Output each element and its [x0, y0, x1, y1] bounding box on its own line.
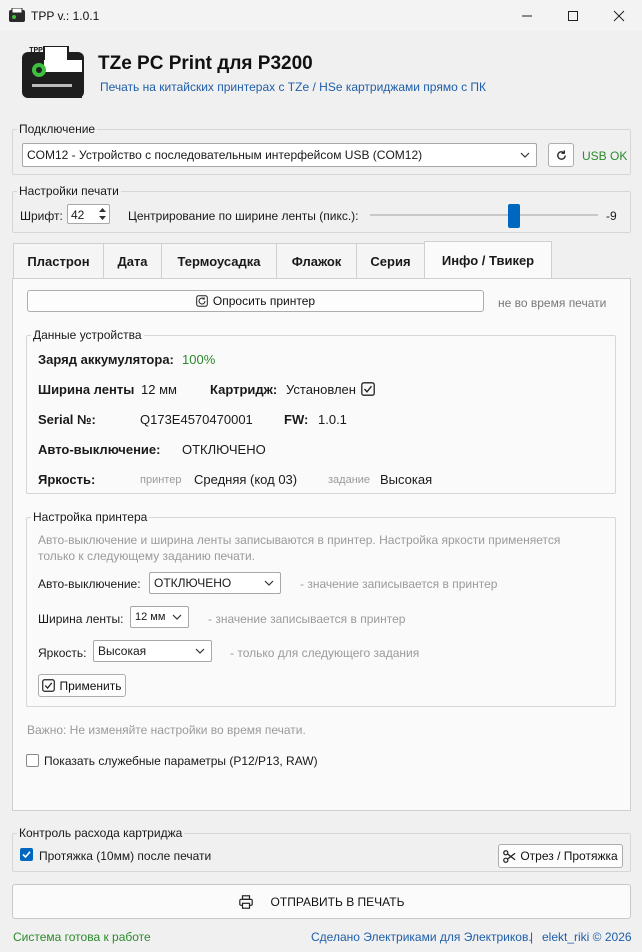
- cartridge-label: Картридж:: [210, 382, 278, 397]
- checkmark-box-icon: [361, 382, 375, 396]
- print-settings-legend: Настройки печати: [17, 184, 121, 198]
- service-params-label[interactable]: Показать служебные параметры (P12/P13, R…: [44, 754, 318, 768]
- printer-setup-legend: Настройка принтера: [31, 510, 150, 524]
- maximize-icon: [568, 10, 578, 21]
- tab-info-tweaker[interactable]: Инфо / Твикер: [424, 241, 552, 279]
- job-brightness-value: Высокая: [380, 472, 433, 487]
- maximize-button[interactable]: [550, 0, 596, 31]
- font-label: Шрифт:: [20, 209, 63, 223]
- font-size-stepper[interactable]: 42: [67, 204, 110, 224]
- service-params-checkbox[interactable]: [26, 754, 39, 767]
- brightness-select-value: Высокая: [98, 644, 147, 658]
- stepper-up-icon[interactable]: [98, 207, 107, 213]
- tape-width-note: - значение записывается в принтер: [208, 612, 406, 626]
- logo-text: TPP: [29, 47, 43, 54]
- printer-icon: [238, 894, 253, 909]
- autooff-select[interactable]: ОТКЛЮЧЕНО: [149, 572, 281, 594]
- tape-width-label: Ширина ленты: [38, 382, 135, 397]
- minimize-button[interactable]: [504, 0, 550, 31]
- cartridge-legend: Контроль расхода картриджа: [17, 826, 185, 840]
- close-button[interactable]: [596, 0, 642, 31]
- brightness-select[interactable]: Высокая: [93, 640, 212, 662]
- setup-tape-label: Ширина ленты:: [38, 612, 124, 626]
- apply-button[interactable]: Применить: [38, 674, 126, 697]
- refresh-ports-button[interactable]: [548, 143, 574, 167]
- centering-slider[interactable]: [370, 204, 598, 228]
- fw-label: FW:: [284, 412, 309, 427]
- battery-value: 100%: [182, 352, 216, 367]
- slider-track: [370, 214, 598, 216]
- autooff-note: - значение записывается в принтер: [300, 577, 498, 591]
- warning-text: Важно: Не изменяйте настройки во время п…: [27, 723, 306, 737]
- tab-plastron[interactable]: Пластрон: [13, 243, 104, 279]
- send-to-print-label: ОТПРАВИТЬ В ПЕЧАТЬ: [270, 894, 405, 909]
- feed-label[interactable]: Протяжка (10мм) после печати: [39, 849, 211, 863]
- scissors-icon: [503, 849, 516, 863]
- window-title: TPP v.: 1.0.1: [31, 9, 100, 23]
- cut-feed-button[interactable]: Отрез / Протяжка: [498, 844, 623, 868]
- job-brightness-label: задание: [328, 474, 371, 486]
- credit-separator: |: [530, 930, 534, 944]
- brightness-note: - только для следующего задания: [230, 646, 420, 660]
- app-subtitle: Печать на китайских принтерах с TZe / HS…: [100, 80, 487, 94]
- app-printer-icon: [9, 8, 25, 22]
- tab-date[interactable]: Дата: [103, 243, 162, 279]
- tab-series[interactable]: Серия: [356, 243, 425, 279]
- setup-description: Авто-выключение и ширина ленты записываю…: [38, 533, 561, 563]
- credit-text: Сделано Электриками для Электриков.: [311, 930, 532, 944]
- centering-value: -9: [606, 209, 617, 223]
- printer-brightness-value: Средняя (код 03): [194, 472, 298, 487]
- chevron-down-icon: [264, 580, 274, 586]
- port-select-value: COM12 - Устройство с последовательным ин…: [27, 148, 423, 162]
- setup-autooff-label: Авто-выключение:: [38, 577, 141, 591]
- setup-brightness-label: Яркость:: [38, 646, 87, 660]
- status-text: Система готова к работе: [13, 930, 151, 944]
- checkmark-box-icon: [42, 679, 56, 692]
- apply-label: Применить: [59, 678, 122, 693]
- query-printer-label: Опросить принтер: [212, 294, 316, 308]
- tab-flag[interactable]: Флажок: [276, 243, 357, 279]
- connection-legend: Подключение: [17, 122, 98, 136]
- feed-checkbox[interactable]: [20, 848, 33, 861]
- cut-feed-label: Отрез / Протяжка: [520, 849, 618, 863]
- tape-width-value: 12 мм: [141, 382, 177, 397]
- tape-width-select-value: 12 мм: [135, 611, 166, 623]
- printer-brightness-label: принтер: [140, 474, 182, 486]
- usb-status: USB OK: [582, 149, 628, 163]
- tab-heatshrink[interactable]: Термоусадка: [161, 243, 277, 279]
- chevron-down-icon: [195, 648, 205, 654]
- app-title: TZe PC Print для P3200: [98, 53, 313, 74]
- battery-label: Заряд аккумулятора:: [38, 352, 174, 367]
- port-select[interactable]: COM12 - Устройство с последовательным ин…: [22, 143, 537, 167]
- autooff-label: Авто-выключение:: [38, 442, 161, 457]
- brightness-label: Яркость:: [38, 472, 96, 487]
- refresh-icon: [556, 149, 566, 160]
- tape-width-select[interactable]: 12 мм: [130, 606, 189, 628]
- font-size-value: 42: [71, 208, 85, 222]
- autooff-value: ОТКЛЮЧЕНО: [182, 442, 266, 457]
- close-icon: [613, 10, 625, 21]
- serial-value: Q173E4570470001: [140, 412, 253, 427]
- author-text: elekt_riki © 2026: [542, 930, 632, 944]
- cartridge-value: Установлен: [286, 382, 356, 397]
- refresh-icon: [196, 295, 208, 307]
- stepper-down-icon[interactable]: [98, 215, 107, 221]
- centering-label: Центрирование по ширине ленты (пикс.):: [128, 209, 359, 223]
- autooff-select-value: ОТКЛЮЧЕНО: [154, 576, 232, 590]
- slider-thumb[interactable]: [508, 204, 520, 228]
- chevron-down-icon: [172, 614, 182, 620]
- chevron-down-icon: [520, 152, 530, 158]
- minimize-icon: [522, 15, 532, 16]
- serial-label: Serial №:: [38, 412, 96, 427]
- send-to-print-button[interactable]: ОТПРАВИТЬ В ПЕЧАТЬ: [12, 884, 631, 919]
- device-data-legend: Данные устройства: [31, 328, 144, 342]
- query-note: не во время печати: [498, 296, 607, 310]
- fw-value: 1.0.1: [318, 412, 347, 427]
- query-printer-button[interactable]: Опросить принтер: [27, 290, 484, 312]
